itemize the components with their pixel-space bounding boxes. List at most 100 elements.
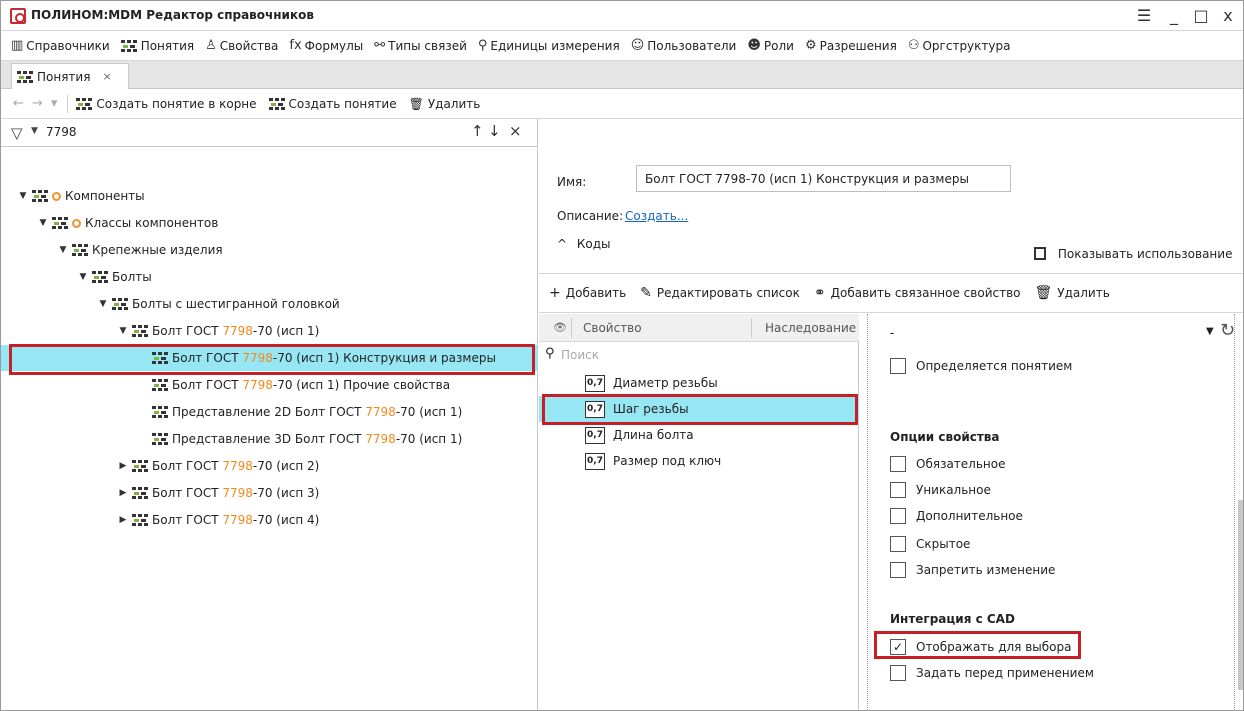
expanded-arrow-icon[interactable]: ▼ [117, 326, 129, 336]
codes-label: Коды [576, 237, 611, 251]
link-icon: ⚯ [374, 38, 386, 53]
expanded-arrow-icon[interactable]: ▼ [77, 272, 89, 282]
collapsed-arrow-icon[interactable]: ▶ [117, 461, 129, 471]
tree-node-label: Болты с шестигранной головкой [132, 297, 340, 311]
refresh-icon[interactable]: ↻ [1220, 320, 1235, 341]
filter-input[interactable]: 7798 [46, 125, 77, 139]
tree-node[interactable]: ▼ Классы компонентов [1, 210, 538, 236]
filter-clear-icon[interactable]: × [509, 122, 522, 140]
menu-item-5[interactable]: ⚲ Единицы измерения [478, 38, 620, 53]
search-match: 7798 [242, 351, 273, 365]
filter-next-icon[interactable]: ↓ [488, 122, 501, 140]
tree-node[interactable]: ▼ Болт ГОСТ 7798 -70 (исп 1) [1, 318, 538, 344]
create-root-concept-button[interactable]: Создать понятие в корне [76, 97, 257, 111]
history-dropdown-icon[interactable]: ▾ [51, 96, 58, 111]
menu-item-9[interactable]: ⚇ Оргструктура [908, 38, 1011, 53]
tree-node[interactable]: ▼ Болты с шестигранной головкой [1, 291, 538, 317]
additional-checkbox[interactable]: Дополнительное [890, 508, 1023, 524]
tree-node[interactable]: ▼ Компоненты [1, 183, 538, 209]
add-linked-property-button[interactable]: ⚭ Добавить связанное свойство [814, 285, 1021, 301]
back-icon[interactable]: ← [13, 96, 24, 111]
paperclip-icon: ⚭ [813, 285, 826, 301]
tree-node[interactable]: ▶ Болт ГОСТ 7798 -70 (исп 4) [1, 507, 538, 533]
defined-by-concept-checkbox[interactable]: Определяется понятием [890, 358, 1072, 374]
tree-node[interactable]: ▶ Болт ГОСТ 7798 -70 (исп 2) [1, 453, 538, 479]
filter-dropdown-icon[interactable]: ▼ [31, 126, 38, 136]
tree-node-label: Компоненты [65, 189, 145, 203]
filter-icon[interactable]: ▽ [11, 124, 23, 142]
show-for-selection-checkbox[interactable]: ✓ Отображать для выбора [890, 639, 1071, 655]
delete-property-button[interactable]: 🗑 Удалить [1035, 285, 1110, 301]
forward-icon[interactable]: → [32, 96, 43, 111]
forbid-change-checkbox[interactable]: Запретить изменение [890, 562, 1055, 578]
menu-item-2[interactable]: ♙ Свойства [205, 38, 278, 53]
property-row[interactable]: 0,7 Диаметр резьбы [539, 370, 859, 396]
tree-node[interactable]: Болт ГОСТ 7798 -70 (исп 1) Прочие свойств… [1, 372, 538, 398]
column-inheritance[interactable]: Наследование [765, 321, 856, 335]
dropdown-arrow-icon[interactable]: ▼ [1206, 326, 1214, 337]
property-name: Шаг резьбы [613, 402, 689, 416]
hamburger-menu-button[interactable]: ☰ [1129, 4, 1159, 28]
menu-item-4[interactable]: ⚯ Типы связей [374, 38, 467, 53]
add-property-button[interactable]: + Добавить [549, 285, 626, 301]
properties-search[interactable]: ⚲ Поиск [539, 342, 859, 368]
tab-concepts[interactable]: Понятия × [11, 63, 129, 89]
column-property[interactable]: Свойство [583, 321, 642, 335]
menu-item-3[interactable]: fx Формулы [289, 38, 363, 53]
expanded-arrow-icon[interactable]: ▼ [57, 245, 69, 255]
delete-concept-button[interactable]: 🗑 Удалить [409, 97, 481, 111]
minimize-button[interactable]: _ [1159, 4, 1189, 28]
menu-item-label: Справочники [26, 38, 110, 53]
tree-node-label: -70 (исп 1) [395, 432, 463, 446]
collapsed-arrow-icon[interactable]: ▶ [117, 515, 129, 525]
create-concept-label: Создать понятие [288, 96, 397, 111]
options-content: - ▼ ↻ Определяется понятием Опции свойст… [867, 314, 1235, 710]
menu-item-1[interactable]: Понятия [120, 39, 194, 53]
menu-item-8[interactable]: ⚙ Разрешения [805, 38, 897, 53]
tree-node[interactable]: ▼ Крепежные изделия [1, 237, 538, 263]
menu-item-6[interactable]: ☺ Пользователи [631, 38, 737, 53]
tree-node[interactable]: Болт ГОСТ 7798 -70 (исп 1) Конструкция и … [1, 345, 538, 371]
set-before-apply-checkbox[interactable]: Задать перед применением [890, 665, 1094, 681]
search-match: 7798 [242, 378, 273, 392]
codes-toggle[interactable]: ^ Коды [557, 237, 611, 251]
menu-item-0[interactable]: ▥ Справочники [11, 38, 110, 53]
tab-close-icon[interactable]: × [102, 70, 111, 83]
required-checkbox[interactable]: Обязательное [890, 456, 1005, 472]
checkbox-box [890, 536, 906, 552]
collapsed-arrow-icon[interactable]: ▶ [117, 488, 129, 498]
search-match: 7798 [222, 513, 253, 527]
show-usage-button[interactable]: Показывать использование [1034, 247, 1232, 261]
tree-node[interactable]: ▶ Болт ГОСТ 7798 -70 (исп 3) [1, 480, 538, 506]
concept-icon [120, 39, 137, 52]
property-row[interactable]: 0,7 Шаг резьбы [539, 396, 859, 422]
tree-node[interactable]: Представление 2D Болт ГОСТ 7798 -70 (исп … [1, 399, 538, 425]
menu-item-label: Пользователи [647, 38, 737, 53]
tree-node[interactable]: ▼ Болты [1, 264, 538, 290]
close-button[interactable]: x [1213, 4, 1243, 28]
expanded-arrow-icon[interactable]: ▼ [37, 218, 49, 228]
concept-icon [152, 352, 168, 364]
numeric-type-icon: 0,7 [585, 426, 605, 444]
property-row[interactable]: 0,7 Размер под ключ [539, 448, 859, 474]
property-row[interactable]: 0,7 Длина болта [539, 422, 859, 448]
options-scrollbar[interactable] [1238, 500, 1243, 690]
delete-property-label: Удалить [1057, 286, 1110, 300]
default-value[interactable]: - [890, 326, 894, 340]
menu-item-7[interactable]: ☻ Роли [747, 38, 794, 53]
edit-list-button[interactable]: ✎ Редактировать список [640, 285, 800, 301]
filter-prev-icon[interactable]: ↑ [471, 122, 484, 140]
hidden-checkbox[interactable]: Скрытое [890, 536, 970, 552]
search-match: 7798 [365, 405, 396, 419]
formula-icon: fx [289, 38, 302, 53]
name-field[interactable]: Болт ГОСТ 7798-70 (исп 1) Конструкция и … [636, 165, 1011, 192]
create-concept-button[interactable]: Создать понятие [268, 96, 397, 111]
visibility-icon[interactable]: 👁 [553, 321, 567, 334]
maximize-button[interactable]: □ [1186, 4, 1216, 28]
expanded-arrow-icon[interactable]: ▼ [17, 191, 29, 201]
create-description-link[interactable]: Создать... [625, 209, 688, 223]
expanded-arrow-icon[interactable]: ▼ [97, 299, 109, 309]
unique-checkbox[interactable]: Уникальное [890, 482, 991, 498]
concept-icon [268, 97, 285, 110]
tree-node[interactable]: Представление 3D Болт ГОСТ 7798 -70 (исп … [1, 426, 538, 452]
